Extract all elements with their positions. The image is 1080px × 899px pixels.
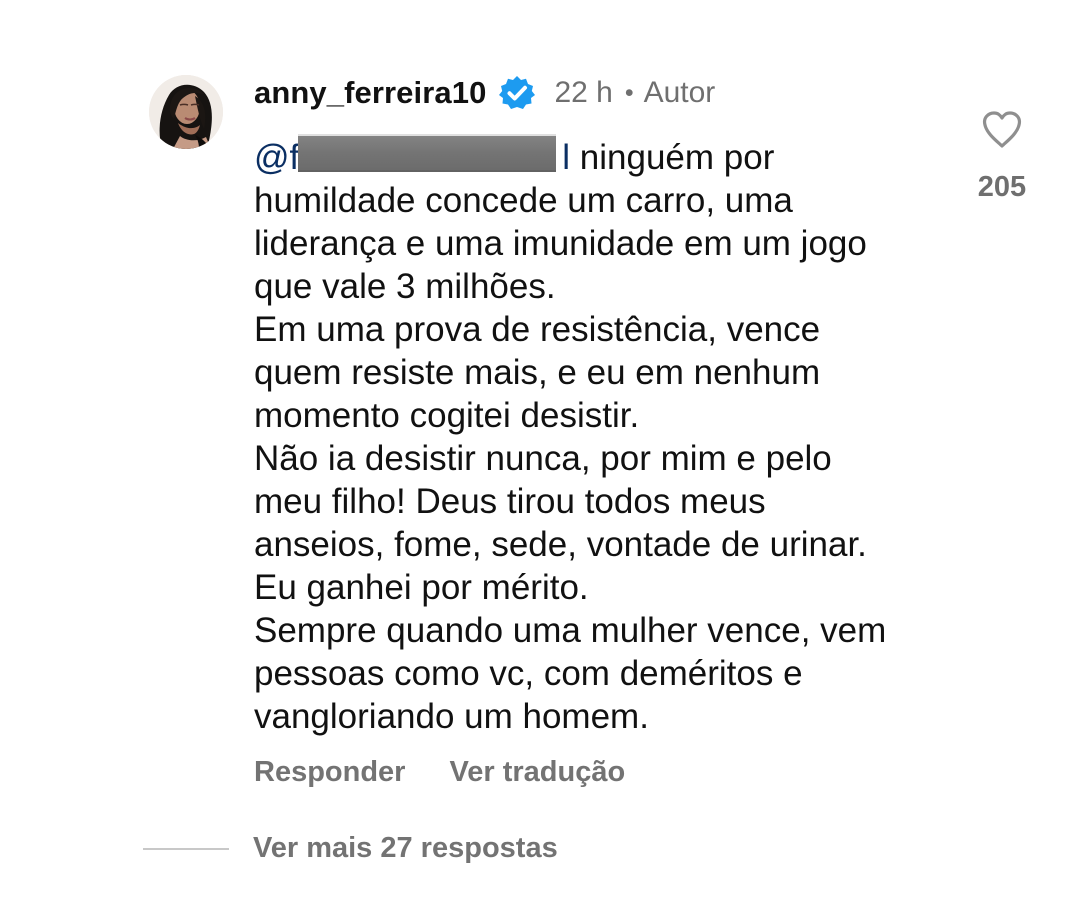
comment-line-text: ninguém por bbox=[579, 138, 775, 177]
comment-line: meu filho! Deus tirou todos meus bbox=[254, 482, 766, 521]
redacted-mention bbox=[298, 133, 557, 172]
reply-button[interactable]: Responder bbox=[254, 756, 405, 789]
mention-visible-end[interactable]: l bbox=[562, 138, 570, 177]
comment-line: Não ia desistir nunca, por mim e pelo bbox=[254, 439, 832, 478]
comment-line: @f l ninguém por bbox=[254, 133, 924, 179]
comment-line: anseios, fome, sede, vontade de urinar. bbox=[254, 525, 867, 564]
comment-time: 22 h bbox=[554, 76, 613, 109]
view-more-replies[interactable]: Ver mais 27 respostas bbox=[143, 832, 558, 865]
profile-photo-icon bbox=[149, 75, 223, 149]
comment-line: Sempre quando uma mulher vence, vem bbox=[254, 611, 887, 650]
comment-line: pessoas como vc, com deméritos e bbox=[254, 654, 803, 693]
replies-divider bbox=[143, 847, 229, 850]
comment-username[interactable]: anny_ferreira10 bbox=[254, 75, 486, 111]
comment-line: liderança e uma imunidade em um jogo bbox=[254, 224, 867, 263]
author-label: Autor bbox=[643, 76, 716, 109]
verified-icon bbox=[498, 74, 536, 112]
profile-avatar[interactable] bbox=[149, 75, 223, 149]
comment-line: humildade concede um carro, uma bbox=[254, 181, 793, 220]
comment-line: quem resiste mais, e eu em nenhum bbox=[254, 353, 821, 392]
cut-off-content-above bbox=[0, 0, 1080, 4]
comment-text: @f l ninguém por humildade concede um car… bbox=[254, 133, 924, 738]
comment-line: Eu ganhei por mérito. bbox=[254, 568, 589, 607]
heart-outline-icon bbox=[982, 111, 1022, 148]
comment-line: que vale 3 milhões. bbox=[254, 267, 556, 306]
comment-line: vangloriando um homem. bbox=[254, 697, 649, 736]
meta-separator-dot: • bbox=[624, 78, 634, 107]
verified-badge-icon bbox=[499, 76, 536, 109]
view-more-replies-label[interactable]: Ver mais 27 respostas bbox=[253, 832, 558, 865]
mention-prefix[interactable]: @ bbox=[254, 138, 290, 177]
translate-button[interactable]: Ver tradução bbox=[449, 756, 625, 789]
heart-icon[interactable] bbox=[980, 108, 1024, 152]
comment-header: anny_ferreira10 22 h • Autor bbox=[254, 72, 715, 114]
comment-line: Em uma prova de resistência, vence bbox=[254, 310, 821, 349]
like-area: 205 bbox=[966, 108, 1038, 204]
comment-actions: Responder Ver tradução bbox=[254, 756, 625, 789]
like-count: 205 bbox=[977, 171, 1027, 203]
comment-line: momento cogitei desistir. bbox=[254, 396, 640, 435]
